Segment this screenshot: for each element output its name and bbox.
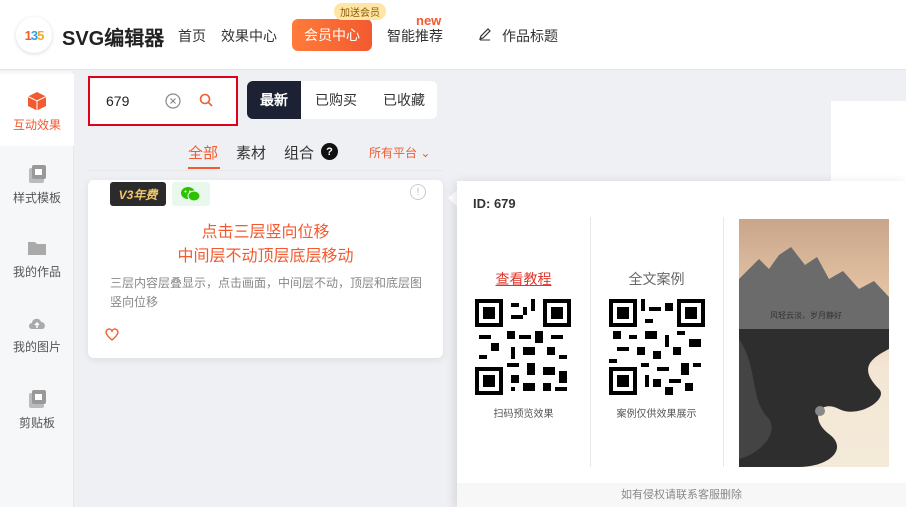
category-active-indicator <box>188 167 220 169</box>
nav-effects-center[interactable]: 效果中心 <box>221 26 277 46</box>
platform-label: 所有平台 <box>369 146 418 160</box>
search-input[interactable]: 679 <box>106 93 129 109</box>
member-bonus-badge: 加送会员 <box>334 3 386 20</box>
new-badge: new <box>416 13 442 28</box>
search-box[interactable]: 679 <box>88 76 238 126</box>
divider <box>88 170 443 171</box>
platform-dropdown[interactable]: 所有平台 ⌄ <box>369 144 430 161</box>
search-icon[interactable] <box>198 92 214 108</box>
clear-icon[interactable] <box>165 93 181 109</box>
divider <box>723 217 724 467</box>
sidebar-item-label: 我的作品 <box>12 265 61 279</box>
detail-popup: ID: 679 查看教程 全文案例 扫码预览效果 案例仅供效果展示 风轻云淡，岁… <box>457 181 906 507</box>
qr-caption-preview: 扫码预览效果 <box>493 409 554 420</box>
qr-caption-case: 案例仅供效果展示 <box>616 409 697 420</box>
sidebar-item-label: 互动效果 <box>12 118 61 132</box>
qr-code-case <box>609 299 705 395</box>
work-title[interactable]: 作品标题 <box>502 26 558 46</box>
category-combo[interactable]: 组合 <box>284 142 314 163</box>
top-header: 135 SVG编辑器 首页 效果中心 会员中心 加送会员 智能推荐 new 作品… <box>0 0 906 70</box>
chevron-down-icon: ⌄ <box>420 146 431 160</box>
tab-latest[interactable]: 最新 <box>247 81 301 119</box>
template-icon <box>29 165 46 183</box>
sidebar: 互动效果 样式模板 我的作品 我的图片 剪贴板 <box>0 71 74 507</box>
category-material[interactable]: 素材 <box>236 142 266 163</box>
card-title-line2: 中间层不动顶层底层移动 <box>177 248 354 265</box>
clipboard-icon <box>29 390 46 408</box>
sidebar-item-my-works[interactable]: 我的作品 <box>0 221 74 293</box>
card-title-line1: 点击三层竖向位移 <box>201 224 330 241</box>
category-all[interactable]: 全部 <box>188 142 218 163</box>
effect-card[interactable]: V3年费 ! 点击三层竖向位移 中间层不动顶层底层移动 三层内容层叠显示，点击画… <box>88 180 443 358</box>
tab-bought[interactable]: 已购买 <box>301 81 371 119</box>
qr-code-preview <box>475 299 571 395</box>
folder-icon <box>28 242 46 255</box>
sidebar-item-label: 剪贴板 <box>18 416 55 430</box>
pencil-icon[interactable] <box>478 27 492 41</box>
sidebar-item-interactive-effects[interactable]: 互动效果 <box>0 74 74 146</box>
popup-footer-notice: 如有侵权请联系客服删除 <box>457 483 906 507</box>
popup-id: ID: 679 <box>473 196 516 211</box>
sidebar-item-clipboard[interactable]: 剪贴板 <box>0 372 74 444</box>
sidebar-item-label: 我的图片 <box>12 340 61 354</box>
logo-text[interactable]: SVG编辑器 <box>62 22 164 51</box>
info-icon[interactable]: ! <box>410 184 426 200</box>
nav-smart-recommend[interactable]: 智能推荐 <box>387 26 443 46</box>
poster-image: 风轻云淡，岁月静好 <box>739 219 889 467</box>
nav-member-center-button[interactable]: 会员中心 <box>292 19 372 51</box>
view-tutorial-link[interactable]: 查看教程 <box>457 269 590 289</box>
cloud-upload-icon <box>29 318 45 329</box>
divider <box>590 217 591 467</box>
full-case-label: 全文案例 <box>628 271 685 287</box>
tab-favorites[interactable]: 已收藏 <box>371 81 437 119</box>
cube-icon <box>27 92 47 111</box>
poster-text: 风轻云淡，岁月静好 <box>770 310 842 320</box>
heart-icon[interactable] <box>104 326 120 342</box>
nav-home[interactable]: 首页 <box>178 26 206 46</box>
sidebar-item-label: 样式模板 <box>12 191 61 205</box>
popup-arrow <box>448 190 457 206</box>
v3-annual-badge: V3年费 <box>110 182 166 206</box>
logo-icon[interactable]: 135 <box>16 17 52 53</box>
wechat-icon <box>172 182 210 206</box>
sidebar-item-my-images[interactable]: 我的图片 <box>0 296 74 368</box>
card-description: 三层内容层叠显示，点击画面，中间层不动，顶层和底层图竖向位移 <box>110 276 423 309</box>
help-icon[interactable]: ? <box>321 143 338 160</box>
sidebar-item-style-templates[interactable]: 样式模板 <box>0 147 74 219</box>
